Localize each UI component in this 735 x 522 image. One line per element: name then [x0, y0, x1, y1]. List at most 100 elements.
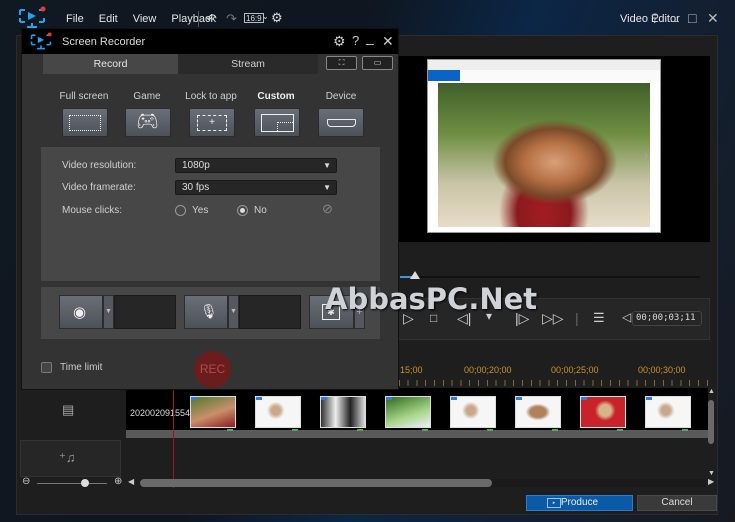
recorder-settings-icon[interactable]: ⚙: [333, 33, 346, 50]
cancel-button[interactable]: Cancel: [637, 495, 717, 511]
video-framerate-label: Video framerate:: [62, 182, 136, 193]
time-limit-checkbox[interactable]: [41, 362, 52, 373]
toolbar-divider: [198, 11, 199, 27]
timecode-display: 00;00;03;11: [632, 311, 702, 326]
minimize-icon[interactable]: _: [671, 6, 679, 22]
control-divider: |: [575, 310, 579, 326]
full-screen-icon: [69, 115, 101, 131]
mode-label-game: Game: [133, 91, 161, 102]
next-arrow-icon: ›: [644, 148, 648, 162]
mode-label-full-screen: Full screen: [59, 91, 109, 102]
dropdown-arrow-icon: ▼: [323, 183, 331, 192]
webcam-dropdown[interactable]: ▼: [103, 295, 114, 329]
photos-window-title: [428, 60, 660, 70]
vscrollbar-thumb[interactable]: [708, 400, 714, 444]
video-resolution-select[interactable]: 1080p ▼: [175, 158, 337, 173]
recorder-titlebar: Screen Recorder ⚙ ? _ ✕: [22, 29, 398, 54]
clip-thumbnail[interactable]: [580, 396, 626, 431]
app-logo-icon: [19, 6, 46, 28]
snapshot-list-icon[interactable]: ☰: [593, 310, 605, 326]
scroll-down-icon[interactable]: ▼: [708, 470, 715, 477]
preview-image: [438, 83, 650, 227]
tab-stream[interactable]: Stream: [178, 54, 318, 74]
mode-label-lock-to-app: Lock to app: [185, 91, 237, 102]
zoom-slider-track[interactable]: [37, 483, 107, 484]
mouse-clicks-label: Mouse clicks:: [62, 205, 123, 216]
custom-mode-button[interactable]: [254, 108, 300, 137]
preview-scrubber[interactable]: [400, 276, 700, 278]
lock-to-app-mode-button[interactable]: +: [189, 108, 235, 137]
menu-file[interactable]: File: [66, 13, 84, 25]
produce-button[interactable]: ▸ Produce: [526, 495, 633, 511]
webcam-button[interactable]: ◉: [59, 295, 103, 329]
record-settings-panel: Video resolution: 1080p ▼ Video framerat…: [41, 147, 380, 281]
music-track-header[interactable]: ⁺♫: [20, 440, 121, 477]
chevron-down-icon[interactable]: ⌄: [262, 12, 269, 21]
fit-screen-button[interactable]: ⛶: [326, 56, 357, 70]
microphone-button[interactable]: 🎙︎: [184, 295, 228, 329]
hscrollbar-thumb[interactable]: [140, 479, 492, 487]
minimode-button[interactable]: ▭: [362, 56, 393, 70]
volume-icon[interactable]: ◁: [622, 310, 631, 324]
recorder-minimize-icon[interactable]: _: [366, 29, 374, 45]
zoom-in-icon[interactable]: ⊕: [114, 476, 122, 487]
disabled-icon[interactable]: ⊘: [322, 201, 333, 217]
redo-icon[interactable]: ↷: [226, 11, 237, 27]
settings-gear-icon[interactable]: ⚙: [271, 10, 283, 26]
scroll-left-icon[interactable]: ◀: [128, 477, 134, 486]
mouse-clicks-no-radio[interactable]: [237, 205, 248, 216]
timeline-vscrollbar[interactable]: ▲ ▼: [707, 388, 716, 484]
help-icon[interactable]: ?: [651, 10, 659, 26]
clip-thumbnail[interactable]: [645, 396, 691, 431]
mode-label-device: Device: [325, 91, 357, 102]
menu-edit[interactable]: Edit: [99, 13, 118, 25]
maximize-icon[interactable]: □: [688, 10, 696, 26]
game-mode-button[interactable]: 🎮︎: [125, 108, 171, 137]
video-track-icon: ▤: [62, 402, 75, 417]
ruler-label: 00;00;20;00: [464, 365, 512, 375]
aspect-ratio-button[interactable]: 16:9: [244, 13, 264, 23]
clip-thumbnail[interactable]: [255, 396, 301, 431]
clip-thumbnail[interactable]: [450, 396, 496, 431]
clip-thumbnail[interactable]: [385, 396, 431, 431]
webcam-icon: ◉: [73, 304, 87, 321]
undo-icon[interactable]: ↶: [206, 11, 217, 27]
recorder-help-icon[interactable]: ?: [352, 33, 359, 48]
tab-record[interactable]: Record: [43, 54, 178, 74]
scrubber-handle[interactable]: [410, 271, 420, 279]
zoom-slider-handle[interactable]: [81, 479, 89, 487]
clip-thumbnail[interactable]: [320, 396, 366, 431]
clip-thumbnail[interactable]: [515, 396, 561, 431]
recorder-title: Screen Recorder: [62, 36, 146, 48]
menu-view[interactable]: View: [133, 13, 157, 25]
mode-label-custom: Custom: [257, 91, 295, 102]
clip-thumbnail[interactable]: [190, 396, 236, 431]
mouse-clicks-yes-radio[interactable]: [175, 205, 186, 216]
recorder-close-icon[interactable]: ✕: [382, 33, 394, 50]
webcam-source-field: [114, 295, 176, 329]
preview-frame: [427, 59, 661, 233]
close-icon[interactable]: ✕: [707, 10, 719, 27]
track-lower-bar: [126, 430, 708, 438]
video-resolution-value: 1080p: [182, 160, 210, 171]
gamepad-icon: 🎮︎: [136, 111, 159, 131]
video-track-header[interactable]: ▤: [20, 388, 121, 436]
ruler-label: 00;00;30;00: [638, 365, 686, 375]
fast-forward-icon[interactable]: ▷▷: [542, 310, 564, 327]
produce-icon: ▸: [547, 498, 561, 508]
microphone-source-field: [239, 295, 301, 329]
timeline-playhead[interactable]: [173, 388, 174, 488]
record-button[interactable]: REC: [194, 351, 231, 388]
ruler-label: 15;00: [400, 365, 423, 375]
full-screen-mode-button[interactable]: [62, 108, 108, 137]
photos-toolbar: [428, 70, 660, 81]
video-framerate-value: 30 fps: [182, 182, 210, 193]
add-music-icon[interactable]: ⁺♫: [59, 450, 76, 466]
device-mode-button[interactable]: [318, 108, 364, 137]
zoom-out-icon[interactable]: ⊖: [22, 476, 30, 487]
microphone-dropdown[interactable]: ▼: [228, 295, 239, 329]
scroll-up-icon[interactable]: ▲: [708, 388, 715, 395]
video-framerate-select[interactable]: 30 fps ▼: [175, 180, 337, 195]
microphone-icon: 🎙︎: [200, 303, 218, 319]
lock-to-app-icon: +: [197, 115, 227, 131]
